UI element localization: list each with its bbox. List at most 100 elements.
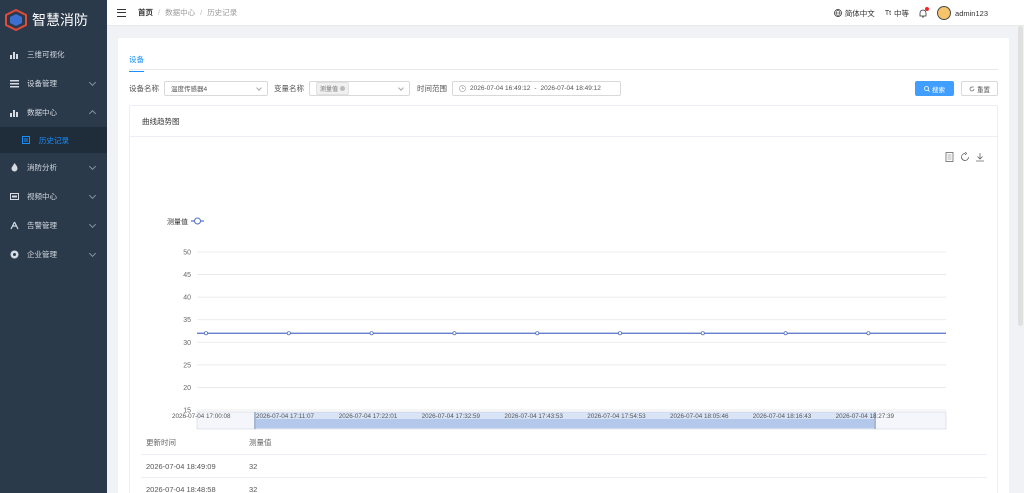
download-icon[interactable] (974, 151, 985, 162)
chevron-down-icon (88, 220, 97, 229)
font-size-label: 中等 (894, 8, 910, 18)
sidebar-item-data-center[interactable]: 数据中心 (0, 98, 107, 127)
y-tick-label: 25 (183, 362, 191, 369)
search-button-label: 搜索 (932, 86, 945, 94)
chevron-down-icon (88, 191, 97, 200)
variable-select[interactable]: 测量值 (309, 80, 410, 96)
sidebar-item-device-management[interactable]: 设备管理 (0, 69, 107, 98)
sidebar-item-company-management[interactable]: 企业管理 (0, 240, 107, 269)
restore-icon[interactable] (959, 151, 970, 162)
sidebar-item-3d-visualization[interactable]: 三维可视化 (0, 40, 107, 69)
close-icon[interactable] (340, 85, 346, 91)
breadcrumb-data-center[interactable]: 数据中心 (165, 7, 195, 18)
breadcrumb-separator: / (158, 8, 161, 17)
legend-label: 测量值 (167, 217, 188, 226)
sidebar-item-fire-analysis[interactable]: 消防分析 (0, 153, 107, 182)
data-point (617, 331, 622, 336)
data-point (700, 331, 705, 336)
globe-icon (833, 9, 842, 17)
breadcrumb: 首页 / 数据中心 / 历史记录 (138, 7, 237, 18)
search-icon (924, 85, 930, 92)
column-header-update-time[interactable]: 更新时间 (141, 437, 249, 448)
table-header: 更新时间 测量值 (141, 430, 987, 455)
data-view-icon[interactable] (944, 151, 955, 162)
notification-bell[interactable] (919, 6, 930, 18)
cell-update-time: 2026-07-04 18:48:58 (146, 484, 216, 493)
data-point (535, 331, 540, 336)
x-tick-label: 2026-07-04 17:22:01 (339, 413, 398, 420)
variable-tag-label: 测量值 (320, 86, 339, 93)
x-tick-label: 2026-07-04 18:16:43 (753, 413, 812, 420)
font-size-switch[interactable]: Tt 中等 (885, 8, 909, 19)
x-tick-label: 2026-07-04 17:32:59 (422, 413, 481, 420)
avatar (937, 6, 952, 20)
cell-update-time: 2026-07-04 18:49:09 (146, 461, 216, 471)
chart-icon (10, 108, 19, 117)
breadcrumb-history: 历史记录 (207, 8, 238, 17)
user-menu[interactable]: admin123 (937, 6, 988, 20)
fire-icon (10, 163, 19, 172)
table-row[interactable]: 2026-07-04 18:49:09 32 (141, 455, 987, 478)
sidebar-item-label: 消防分析 (27, 163, 57, 172)
logo[interactable]: 智慧消防 (0, 0, 107, 40)
reset-button[interactable]: 重置 (961, 81, 998, 96)
x-tick-label: 2026-07-04 17:43:53 (504, 413, 563, 420)
x-tick-label: 2026-07-04 17:11:07 (256, 413, 315, 420)
page-scrollbar[interactable] (1018, 26, 1023, 326)
search-button[interactable]: 搜索 (915, 81, 954, 96)
chart-icon (10, 50, 19, 59)
company-icon (10, 250, 19, 259)
sidebar-item-label: 企业管理 (27, 250, 57, 259)
x-tick-label: 2026-07-04 17:54:53 (587, 413, 646, 420)
logo-icon (5, 8, 27, 32)
menu-toggle-icon[interactable] (117, 8, 126, 17)
sidebar-subitem-history[interactable]: 历史记录 (0, 127, 107, 153)
history-table: 更新时间 测量值 2026-07-04 18:49:09 32 2026-07-… (141, 430, 987, 493)
column-header-value[interactable]: 测量值 (249, 437, 987, 448)
data-point (204, 331, 209, 336)
trend-chart[interactable]: 测量值15202530354045502026-07-04 17:00:08 20… (130, 182, 999, 432)
time-end[interactable]: 2026-07-04 18:49:12 (541, 85, 601, 92)
chevron-down-icon (88, 249, 97, 258)
top-bar: 首页 / 数据中心 / 历史记录 简体中文 Tt 中等 admin123 (107, 0, 1024, 26)
breadcrumb-home[interactable]: 首页 (138, 7, 153, 18)
alarm-icon (10, 221, 19, 230)
sidebar-item-video-center[interactable]: 视频中心 (0, 182, 107, 211)
y-tick-label: 45 (183, 272, 191, 279)
x-tick-label: 2026-07-04 18:05:46 (670, 413, 729, 420)
sidebar-item-label: 数据中心 (27, 108, 57, 117)
sidebar-item-alarm-management[interactable]: 告警管理 (0, 211, 107, 240)
card-title: 曲线趋势图 (130, 106, 997, 137)
x-tick-label: 2026-07-04 18:27:39 (836, 413, 895, 420)
data-point (286, 331, 291, 336)
legend-marker (194, 217, 201, 225)
variable-tag[interactable]: 测量值 (316, 81, 350, 95)
filter-bar: 设备名称 温度传感器4 变量名称 测量值 时间范围 2026-07-04 16:… (129, 80, 621, 96)
y-tick-label: 30 (183, 340, 191, 347)
sidebar-item-label: 视频中心 (27, 192, 57, 201)
table-row[interactable]: 2026-07-04 18:48:58 32 (141, 478, 987, 493)
time-range-picker[interactable]: 2026-07-04 16:49:12 - 2026-07-04 18:49:1… (452, 80, 621, 96)
tab-divider (129, 69, 998, 70)
device-select[interactable]: 温度传感器4 (164, 80, 268, 96)
y-tick-label: 35 (183, 317, 191, 324)
list-icon (10, 79, 19, 88)
time-start[interactable]: 2026-07-04 16:49:12 (470, 85, 530, 92)
cell-value: 32 (249, 484, 258, 493)
chart-toolbox (940, 151, 985, 162)
font-size-icon: Tt (884, 9, 892, 17)
cell-value: 32 (249, 461, 258, 471)
data-point (452, 331, 457, 336)
sidebar-item-label: 三维可视化 (27, 50, 65, 59)
y-tick-label: 40 (183, 295, 191, 302)
breadcrumb-separator: / (200, 8, 203, 17)
chevron-down-icon (398, 84, 404, 91)
time-range-label: 时间范围 (417, 83, 447, 93)
y-tick-label: 50 (183, 250, 191, 257)
chevron-down-icon (256, 84, 262, 91)
datazoom-shadow (255, 419, 875, 428)
refresh-icon (969, 86, 975, 91)
notification-dot (925, 6, 930, 11)
sidebar-item-label: 设备管理 (27, 79, 57, 88)
language-switch[interactable]: 简体中文 (833, 8, 875, 19)
